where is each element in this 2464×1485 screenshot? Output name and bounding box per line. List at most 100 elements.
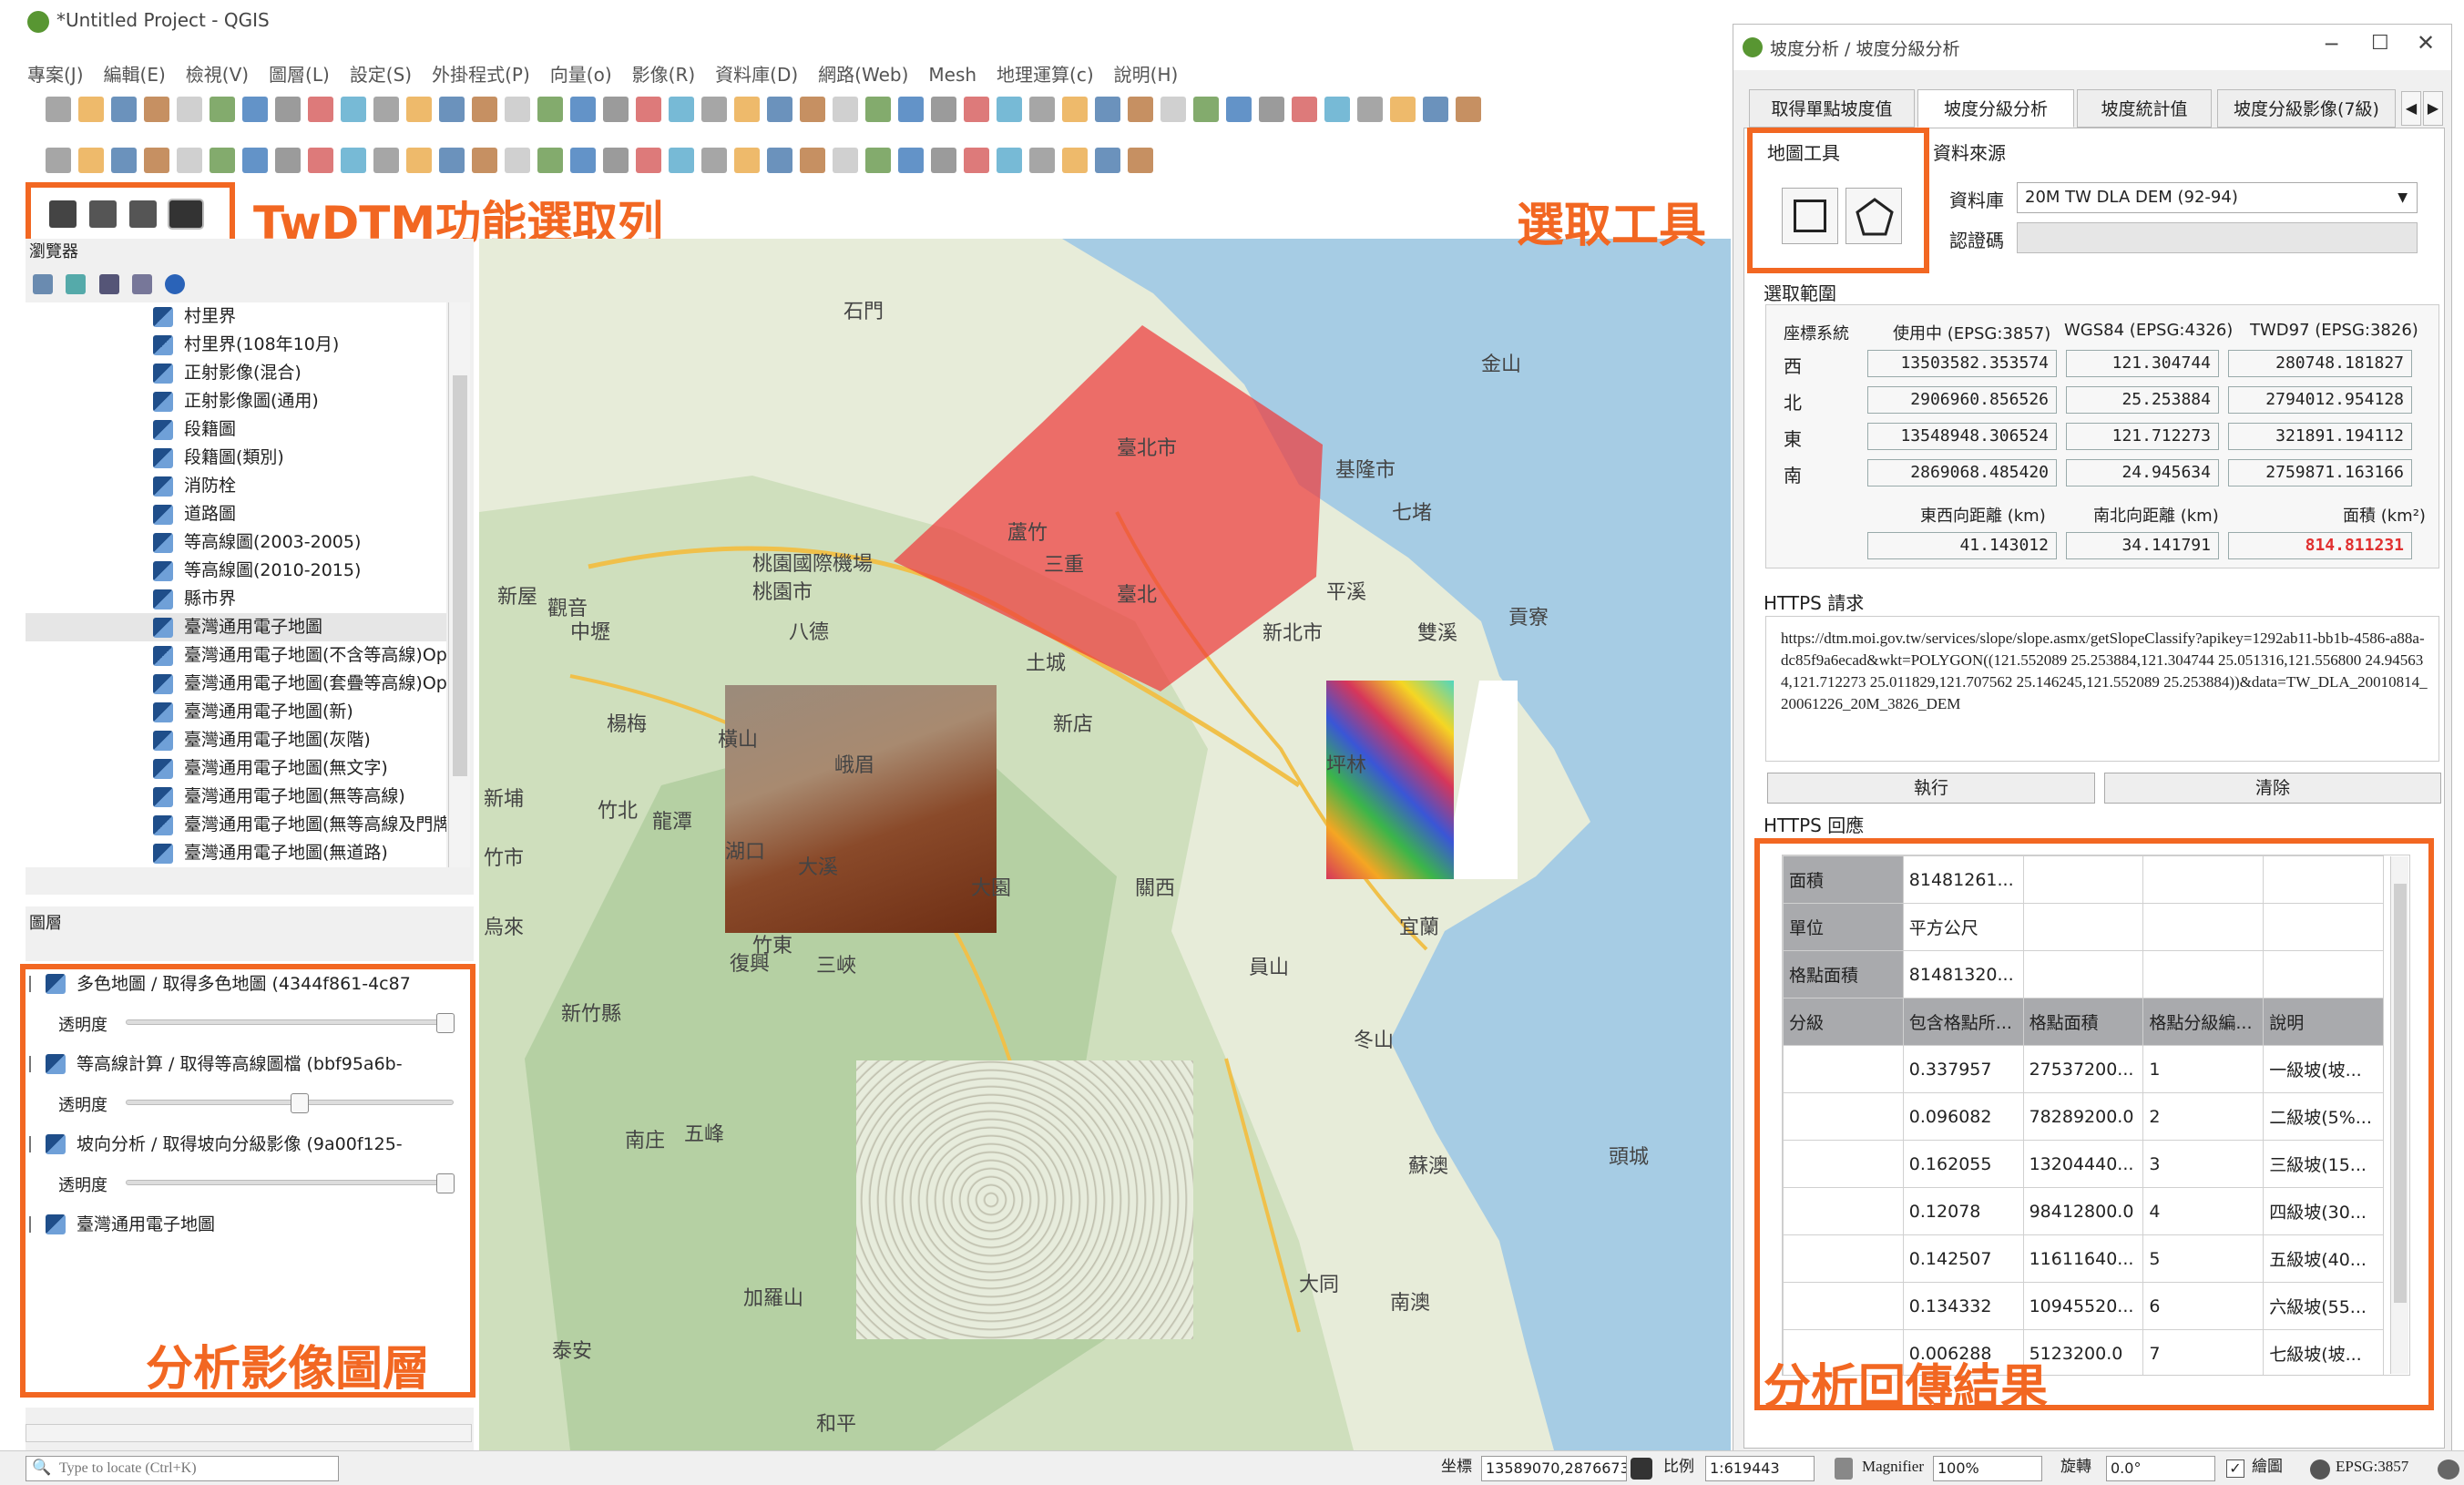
main-tool-icon[interactable] [767,97,792,122]
edit-tool-icon[interactable] [373,148,399,173]
main-tool-icon[interactable] [603,97,629,122]
locate-field[interactable] [59,1459,332,1479]
layers-hscroll[interactable] [26,1424,472,1442]
browser-item[interactable]: 臺灣通用電子地圖(套疊等高線)Op [26,670,446,698]
main-tool-icon[interactable] [734,97,760,122]
edit-tool-icon[interactable] [111,148,137,173]
browser-item[interactable]: 等高線圖(2010-2015) [26,557,446,585]
main-tool-icon[interactable] [406,97,432,122]
browser-scrollbar[interactable] [448,302,470,867]
coord-cell[interactable]: 321891.194112 [2228,423,2412,450]
browser-item[interactable]: 臺灣通用電子地圖(不含等高線)Op [26,641,446,670]
menu-item[interactable]: 檢視(V) [186,64,249,86]
browser-item[interactable]: 臺灣通用電子地圖(灰階) [26,726,446,754]
edit-tool-icon[interactable] [78,148,104,173]
info-icon[interactable] [165,273,186,294]
render-checkbox[interactable]: ✓ [2226,1459,2244,1478]
browser-item[interactable]: 村里界(108年10月) [26,331,446,359]
browser-item[interactable]: 村里界 [26,302,446,331]
edit-tool-icon[interactable] [964,148,989,173]
edit-tool-icon[interactable] [1095,148,1120,173]
main-tool-icon[interactable] [865,97,891,122]
coord-cell[interactable]: 24.945634 [2066,459,2219,486]
main-tool-icon[interactable] [46,97,71,122]
browser-item[interactable]: 臺灣通用電子地圖(無等高線) [26,783,446,811]
browser-item[interactable]: 臺灣通用電子地圖(無道路) [26,839,446,867]
edit-tool-icon[interactable] [341,148,366,173]
tab-scroll-left[interactable]: ◀ [2401,91,2421,126]
edit-tool-icon[interactable] [46,148,71,173]
edit-tool-icon[interactable] [210,148,235,173]
browser-item[interactable]: 正射影像圖(通用) [26,387,446,415]
main-tool-icon[interactable] [1095,97,1120,122]
main-tool-icon[interactable] [275,97,301,122]
refresh-icon[interactable] [66,273,87,294]
browser-item[interactable]: 消防栓 [26,472,446,500]
menu-item[interactable]: 資料庫(D) [715,64,798,86]
main-tool-icon[interactable] [1259,97,1284,122]
tab-2[interactable]: 坡度分級分析 [1917,89,2074,128]
main-tool-icon[interactable] [1193,97,1219,122]
coord-cell[interactable]: 13503582.353574 [1867,350,2057,377]
edit-tool-icon[interactable] [308,148,333,173]
coord-cell[interactable]: 13548948.306524 [1867,423,2057,450]
browser-item[interactable]: 臺灣通用電子地圖(新) [26,698,446,726]
main-tool-icon[interactable] [1390,97,1416,122]
edit-tool-icon[interactable] [537,148,563,173]
menu-item[interactable]: 向量(o) [550,64,612,86]
scale-field[interactable]: 1:619443 [1705,1456,1815,1481]
main-tool-icon[interactable] [373,97,399,122]
edit-tool-icon[interactable] [800,148,825,173]
tab-1[interactable]: 取得單點坡度值 [1749,89,1915,128]
main-tool-icon[interactable] [669,97,694,122]
main-tool-icon[interactable] [931,97,956,122]
menu-item[interactable]: 專案(J) [27,64,84,86]
collapse-icon[interactable] [132,273,153,294]
coord-cell[interactable]: 2906960.856526 [1867,386,2057,414]
tab-3[interactable]: 坡度統計值 [2077,89,2212,128]
minimize-icon[interactable]: ─ [2326,34,2337,56]
browser-item[interactable]: 縣市界 [26,585,446,613]
menu-item[interactable]: Mesh [928,64,976,86]
edit-tool-icon[interactable] [406,148,432,173]
distance-value[interactable]: 41.143012 [1867,532,2057,559]
edit-tool-icon[interactable] [177,148,202,173]
browser-item[interactable]: 等高線圖(2003-2005) [26,528,446,557]
menu-item[interactable]: 設定(S) [350,64,412,86]
browser-item[interactable]: 道路圖 [26,500,446,528]
crs-label[interactable]: EPSG:3857 [2336,1456,2408,1478]
menu-item[interactable]: 影像(R) [632,64,696,86]
main-tool-icon[interactable] [1456,97,1481,122]
menu-item[interactable]: 外掛程式(P) [432,64,530,86]
browser-item[interactable]: 臺灣通用電子地圖(無文字) [26,754,446,783]
main-tool-icon[interactable] [964,97,989,122]
edit-tool-icon[interactable] [144,148,169,173]
main-tool-icon[interactable] [472,97,497,122]
edit-tool-icon[interactable] [833,148,858,173]
coord-cell[interactable]: 2794012.954128 [2228,386,2412,414]
main-tool-icon[interactable] [570,97,596,122]
edit-tool-icon[interactable] [1062,148,1088,173]
edit-tool-icon[interactable] [570,148,596,173]
menu-item[interactable]: 網路(Web) [818,64,908,86]
main-tool-icon[interactable] [701,97,727,122]
main-tool-icon[interactable] [898,97,924,122]
maximize-icon[interactable]: ☐ [2371,32,2389,55]
edit-tool-icon[interactable] [898,148,924,173]
main-tool-icon[interactable] [833,97,858,122]
map-canvas[interactable]: 石門 金山 臺北市 基隆市 七堵 桃園市 蘆竹 桃園國際機場 新屋 觀音 中壢 八德 土城 三重 臺北 新北市… [479,239,1731,1450]
main-tool-icon[interactable] [1160,97,1186,122]
magnifier-field[interactable]: 100% [1933,1456,2042,1481]
main-tool-icon[interactable] [537,97,563,122]
main-tool-icon[interactable] [308,97,333,122]
main-tool-icon[interactable] [1226,97,1252,122]
main-tool-icon[interactable] [1292,97,1317,122]
edit-tool-icon[interactable] [275,148,301,173]
main-tool-icon[interactable] [341,97,366,122]
main-tool-icon[interactable] [177,97,202,122]
coord-cell[interactable]: 280748.181827 [2228,350,2412,377]
clear-button[interactable]: 清除 [2104,773,2441,804]
menu-item[interactable]: 地理運算(c) [997,64,1094,86]
rotation-field[interactable]: 0.0° [2106,1456,2215,1481]
coord-field[interactable]: 13589070,2876673 [1481,1456,1627,1481]
